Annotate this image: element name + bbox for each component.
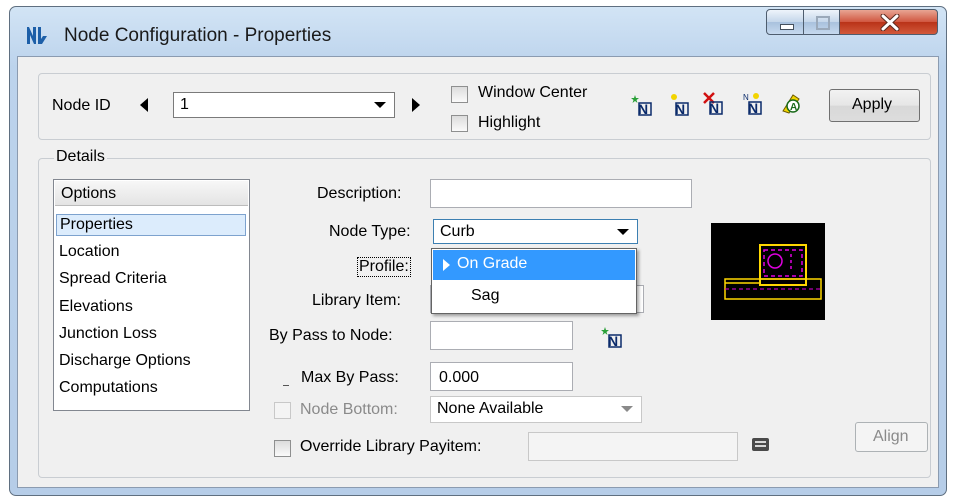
node-bottom-checkbox[interactable] xyxy=(274,402,291,419)
details-group-label: Details xyxy=(54,148,107,166)
node-type-combo[interactable]: Curb xyxy=(433,219,638,244)
app-logo-icon xyxy=(27,27,47,44)
svg-text:A: A xyxy=(790,102,797,113)
list-item-computations[interactable]: Computations xyxy=(56,378,246,400)
window-center-checkbox[interactable] xyxy=(451,86,468,103)
node-number-icon[interactable]: N N xyxy=(741,91,765,115)
description-input[interactable] xyxy=(430,179,692,208)
highlight-label: Highlight xyxy=(478,114,541,131)
options-header: Options xyxy=(55,181,248,206)
dropdown-option-label: Sag xyxy=(471,287,500,304)
max-bypass-label: Max By Pass: xyxy=(301,369,399,386)
keyboard-keys xyxy=(755,445,766,447)
previous-node-icon[interactable] xyxy=(140,98,148,112)
override-library-payitem-checkbox[interactable] xyxy=(274,440,291,457)
align-label: Align xyxy=(873,428,909,445)
list-item-properties[interactable]: Properties xyxy=(56,214,246,236)
triangle-right-icon xyxy=(443,259,450,271)
node-type-value: Curb xyxy=(440,223,475,240)
highlight-checkbox[interactable] xyxy=(451,115,468,132)
node-id-value: 1 xyxy=(180,96,189,113)
list-item-label: Properties xyxy=(60,216,133,233)
pick-node-icon[interactable]: N xyxy=(601,325,625,349)
bypass-label: By Pass to Node: xyxy=(269,327,393,344)
max-bypass-value: 0.000 xyxy=(439,369,480,386)
apply-label: Apply xyxy=(852,96,893,113)
list-item-discharge-options[interactable]: Discharge Options xyxy=(56,351,246,373)
list-item-label: Computations xyxy=(59,379,158,396)
list-item-location[interactable]: Location xyxy=(56,242,246,264)
close-icon xyxy=(880,14,900,31)
chevron-down-icon xyxy=(621,406,633,412)
minimize-button[interactable] xyxy=(766,9,804,35)
keyboard-keys xyxy=(755,441,766,443)
node-bottom-value: None Available xyxy=(437,400,544,417)
curb-inlet-preview-image xyxy=(711,223,825,320)
list-item-elevations[interactable]: Elevations xyxy=(56,297,246,319)
list-item-label: Spread Criteria xyxy=(59,270,167,287)
node-id-combo[interactable]: 1 xyxy=(173,92,395,118)
dropdown-option-label: On Grade xyxy=(457,255,528,272)
bypass-input[interactable] xyxy=(430,321,573,350)
profile-label: Profile: xyxy=(357,257,411,277)
window-center-label: Window Center xyxy=(478,84,588,101)
dash-marker xyxy=(283,385,289,386)
profile-dropdown[interactable]: On Grade Sag xyxy=(431,248,637,314)
list-item-label: Location xyxy=(59,243,120,260)
maximize-icon xyxy=(816,16,830,30)
node-bottom-combo[interactable]: None Available xyxy=(430,396,642,423)
keyboard-icon[interactable] xyxy=(752,438,769,451)
override-library-payitem-input[interactable] xyxy=(528,432,738,461)
node-type-label: Node Type: xyxy=(329,223,411,240)
override-library-payitem-label: Override Library Payitem: xyxy=(300,438,482,455)
node-id-label: Node ID xyxy=(52,97,111,114)
list-item-label: Junction Loss xyxy=(59,325,157,342)
options-list[interactable]: Options Properties Location Spread Crite… xyxy=(53,179,250,411)
chevron-down-icon xyxy=(374,102,386,108)
next-node-icon[interactable] xyxy=(412,98,420,112)
list-item-junction-loss[interactable]: Junction Loss xyxy=(56,324,246,346)
chevron-down-icon xyxy=(617,229,629,235)
list-item-spread-criteria[interactable]: Spread Criteria xyxy=(56,269,246,291)
apply-button[interactable]: Apply xyxy=(829,89,920,122)
window-title: Node Configuration - Properties xyxy=(64,25,332,46)
list-item-label: Elevations xyxy=(59,298,133,315)
list-item-label: Discharge Options xyxy=(59,352,191,369)
max-bypass-input[interactable]: 0.000 xyxy=(430,362,573,391)
add-node-icon[interactable]: N xyxy=(631,93,655,117)
description-label: Description: xyxy=(317,185,402,202)
node-bottom-label: Node Bottom: xyxy=(300,401,398,418)
maximize-button[interactable] xyxy=(803,9,840,35)
library-node-icon[interactable]: A xyxy=(779,91,803,115)
library-item-label: Library Item: xyxy=(312,292,401,309)
select-node-icon[interactable]: N xyxy=(668,93,692,117)
delete-node-icon[interactable]: N xyxy=(702,91,726,115)
dropdown-option-sag[interactable]: Sag xyxy=(433,282,635,312)
close-button[interactable] xyxy=(839,9,938,35)
minimize-icon xyxy=(780,24,794,30)
options-header-label: Options xyxy=(61,185,117,202)
align-button[interactable]: Align xyxy=(855,422,928,452)
dropdown-option-on-grade[interactable]: On Grade xyxy=(433,250,635,280)
